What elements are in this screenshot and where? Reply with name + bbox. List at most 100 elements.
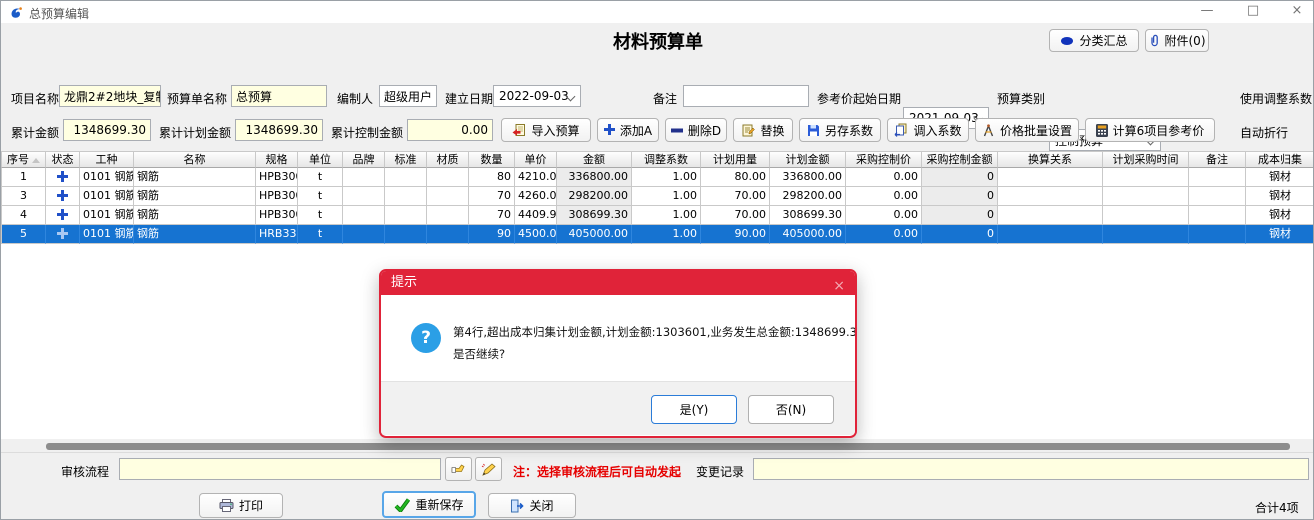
add-row-label: 添加A [620,122,652,139]
column-header-standard[interactable]: 标准 [385,151,427,168]
no-button[interactable]: 否(N) [748,395,834,424]
table-row[interactable]: 40101 钢筋钢筋HPB300t704409.99308699.301.007… [1,206,1314,225]
print-button[interactable]: 打印 [199,493,283,518]
total-count-label: 合计4项 [1255,499,1299,516]
cell-type: 0101 钢筋 [80,225,134,244]
column-header-plan_amount[interactable]: 计划金额 [770,151,846,168]
column-header-qty[interactable]: 数量 [469,151,515,168]
save-factor-button[interactable]: 另存系数 [799,118,881,142]
column-header-type[interactable]: 工种 [80,151,134,168]
horizontal-scrollbar-thumb[interactable] [46,443,1290,450]
cell-plan_amount: 405000.00 [770,225,846,244]
plus-icon [57,228,68,239]
calc-ref-price-button[interactable]: 计算6项目参考价 [1085,118,1215,142]
cell-unit: t [298,187,343,206]
attachment-button[interactable]: 附件(0) [1145,29,1209,52]
auto-wrap-label: 自动折行 [1240,124,1288,141]
select-flow-button[interactable] [445,457,472,481]
table-row[interactable]: 10101 钢筋钢筋HPB300t804210.00336800.001.008… [1,168,1314,187]
change-record-input[interactable] [753,458,1309,480]
cell-qty: 80 [469,168,515,187]
cell-brand [343,206,385,225]
cell-plan_time [1103,168,1189,187]
minimize-button[interactable]: — [1191,1,1223,23]
column-header-unit[interactable]: 单位 [298,151,343,168]
delete-row-button[interactable]: 删除D [665,118,727,142]
table-row[interactable]: 50101 钢筋钢筋HRB335t904500.00405000.001.009… [1,225,1314,244]
remark-input[interactable] [683,85,809,107]
cell-brand [343,168,385,187]
cell-seq: 3 [1,187,46,206]
table-row[interactable]: 30101 钢筋钢筋HPB300t704260.00298200.001.007… [1,187,1314,206]
load-factor-label: 调入系数 [913,122,961,139]
remark-label: 备注 [653,90,677,107]
cell-plan_qty: 70.00 [701,187,770,206]
load-factor-button[interactable]: 调入系数 [887,118,969,142]
add-row-button[interactable]: 添加A [597,118,659,142]
create-date-combobox[interactable]: 2022-09-03 [493,85,581,107]
cell-conv [998,187,1103,206]
price-batch-button[interactable]: 价格批量设置 [975,118,1079,142]
dialog-title: 提示 [391,275,417,290]
column-header-conv[interactable]: 换算关系 [998,151,1103,168]
maximize-button[interactable]: □ [1237,1,1269,23]
column-header-status[interactable]: 状态 [46,151,80,168]
edit-flow-button[interactable] [475,457,502,481]
cell-material [427,168,469,187]
column-header-price[interactable]: 单价 [515,151,557,168]
dialog-close-icon[interactable]: × [833,274,845,298]
cell-remark [1189,206,1246,225]
cell-brand [343,225,385,244]
column-header-name[interactable]: 名称 [134,151,256,168]
minus-icon [671,128,683,133]
dialog-titlebar: 提示 × [381,271,855,295]
ref-price-date-label: 参考价起始日期 [817,90,901,107]
column-header-ctrl_price[interactable]: 采购控制价 [846,151,922,168]
column-header-cost_group[interactable]: 成本归集 [1246,151,1314,168]
cell-material [427,187,469,206]
column-header-remark[interactable]: 备注 [1189,151,1246,168]
close-button[interactable]: × [1281,1,1313,23]
column-header-plan_time[interactable]: 计划采购时间 [1103,151,1189,168]
cell-factor: 1.00 [632,187,701,206]
column-header-factor[interactable]: 调整系数 [632,151,701,168]
cell-ctrl_amount: 0 [922,206,998,225]
category-summary-icon [1060,35,1074,47]
review-flow-input[interactable] [119,458,441,480]
column-header-material[interactable]: 材质 [427,151,469,168]
yes-button[interactable]: 是(Y) [651,395,737,424]
floppy-disk-icon [807,124,820,137]
cell-status [46,206,80,225]
cell-unit: t [298,225,343,244]
cell-material [427,206,469,225]
budget-name-input[interactable]: 总预算 [231,85,327,107]
cell-unit: t [298,206,343,225]
close-form-button[interactable]: 关闭 [488,493,576,518]
resave-button[interactable]: 重新保存 [382,491,476,518]
import-budget-button[interactable]: 导入预算 [501,118,591,142]
cell-ctrl_amount: 0 [922,168,998,187]
column-header-spec[interactable]: 规格 [256,151,298,168]
total-amount-label: 累计金额 [11,124,59,141]
summary-button[interactable]: 分类汇总 [1049,29,1139,52]
total-amount-field: 1348699.30 [63,119,151,141]
column-header-amount[interactable]: 金额 [557,151,632,168]
column-header-ctrl_amount[interactable]: 采购控制金额 [922,151,998,168]
cell-plan_time [1103,187,1189,206]
cell-qty: 70 [469,206,515,225]
cell-type: 0101 钢筋 [80,206,134,225]
cell-price: 4210.00 [515,168,557,187]
cell-price: 4500.00 [515,225,557,244]
cell-remark [1189,168,1246,187]
budget-type-label: 预算类别 [997,90,1045,107]
calculator-icon [1096,124,1108,137]
column-header-seq[interactable]: 序号 [1,151,46,168]
budget-table: 序号状态工种名称规格单位品牌标准材质数量单价金额调整系数计划用量计划金额采购控制… [1,151,1314,244]
column-header-brand[interactable]: 品牌 [343,151,385,168]
cell-standard [385,206,427,225]
replace-button[interactable]: 替换 [733,118,793,142]
column-header-plan_qty[interactable]: 计划用量 [701,151,770,168]
cell-type: 0101 钢筋 [80,187,134,206]
project-name-input[interactable]: 龙鼎2#2地块_复制_2360 [59,85,161,107]
cell-conv [998,168,1103,187]
